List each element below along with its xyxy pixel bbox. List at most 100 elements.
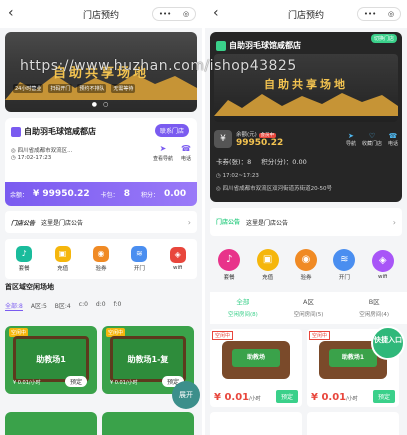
room-image: 助教场 [222, 341, 290, 379]
notice-badge: 门店公告 [216, 218, 241, 226]
room-card[interactable] [210, 412, 302, 435]
area-tab[interactable]: A区空闲房间(5) [276, 292, 342, 324]
recharge-label: 充值 [262, 275, 274, 281]
points-count[interactable]: 积分(分)：0.00 [261, 156, 307, 166]
book-button[interactable]: 预定 [64, 376, 87, 387]
back-icon[interactable]: ‹ [8, 5, 14, 21]
carousel-dots: ● ○ [91, 101, 111, 108]
wifi-button[interactable]: ◈ wifi [371, 250, 394, 280]
notice-text: 这里是门店公告 [246, 219, 289, 227]
room-price: ¥ 0.01/小时 [13, 380, 41, 386]
close-target-icon[interactable]: ◎ [183, 10, 189, 18]
banner-tag: 无需等待 [111, 84, 136, 93]
filter-tab[interactable]: A区:5 [31, 301, 47, 311]
navigate-label: 导航 [345, 140, 356, 147]
store-name: 自助羽毛球馆咸都店 [11, 126, 96, 137]
area-name: A区 [303, 298, 314, 306]
notice-bar[interactable]: 门店公告 这里是门店公告 › [5, 211, 197, 233]
room-card[interactable]: 空闲中 助教场1 ¥ 0.01/小时 预定 [5, 326, 97, 394]
quick-icons: ♪ 套餐 ▣ 充值 ◉ 验券 ≋ 开门 ◈ wifi [210, 242, 402, 288]
coupon-label: 验券 [95, 266, 107, 272]
wifi-label: wifi [378, 274, 388, 280]
banner-tag: 预约不排队 [77, 84, 107, 93]
coupon-button[interactable]: ◉ 验券 [92, 246, 109, 272]
room-status: 空闲中 [212, 331, 234, 340]
area-name: 全部 [236, 298, 250, 306]
wifi-icon: ◈ [169, 247, 186, 263]
open-door-button[interactable]: ≋ 开门 [333, 249, 356, 281]
filter-tab[interactable]: 全部:8 [5, 301, 23, 311]
phone-button[interactable]: ☎ 电话 [181, 144, 191, 162]
nav-bar: ‹ 门店预约 ••• ◎ [0, 0, 202, 28]
area-count: 空闲房间(4) [359, 312, 390, 318]
room-card[interactable] [102, 412, 194, 435]
balance-block[interactable]: 余额(元) 会员中 99950.22 [236, 130, 283, 148]
recharge-button[interactable]: ▣ 充值 [54, 246, 71, 272]
notice-badge: 门店公告 [11, 219, 36, 227]
coupon-button[interactable]: ◉ 验券 [294, 249, 317, 281]
page-title: 门店预约 [82, 10, 119, 21]
switch-store-button[interactable]: 切换门店 [370, 34, 397, 43]
card-count[interactable]: 卡券(张)：8 [216, 156, 251, 166]
notice-text: 这里是门店公告 [41, 219, 84, 227]
more-icon[interactable]: ••• [364, 10, 376, 18]
open-door-button[interactable]: ≋ 开门 [131, 246, 148, 272]
room-card[interactable] [5, 412, 97, 435]
recharge-button[interactable]: ▣ 充值 [256, 249, 279, 281]
wifi-label: wifi [173, 265, 183, 271]
chevron-right-icon: › [187, 217, 191, 227]
close-target-icon[interactable]: ◎ [388, 10, 394, 18]
package-button[interactable]: ♪ 套餐 [218, 249, 241, 281]
store-actions: ➤ 查看导航 ☎ 电话 [153, 144, 191, 162]
notice-bar[interactable]: 门店公告 这里是门店公告 › [210, 208, 402, 236]
address-text: 四川省成都市双流区双河街道苏街道20-50号 [222, 186, 333, 192]
balance-value[interactable]: ¥ 99950.22 [33, 189, 90, 199]
card-value[interactable]: 8 [124, 189, 130, 199]
wifi-button[interactable]: ◈ wifi [169, 247, 186, 271]
navigate-button[interactable]: ➤ 查看导航 [153, 144, 173, 162]
balance-bar: 余额： ¥ 99950.22 卡包： 8 积分： 0.00 [5, 182, 197, 206]
area-tab[interactable]: B区 空闲房间(4) [341, 292, 407, 324]
quick-entry-button[interactable]: 快捷入口 [371, 326, 405, 360]
expand-button[interactable]: 展开 [172, 381, 200, 409]
page-title: 门店预约 [287, 10, 324, 21]
coupon-label: 验券 [300, 275, 312, 281]
area-count: 空闲房间(5) [293, 312, 324, 318]
back-icon[interactable]: ‹ [213, 5, 219, 21]
navigate-button[interactable]: ➤ 导航 [346, 132, 356, 147]
phone-icon: ☎ [388, 131, 398, 140]
store-card: 自助羽毛球馆咸都店 联系门店 ◎ 四川省成都市双流区... ◷ 17:02-17… [5, 118, 197, 206]
filter-tab[interactable]: B区:4 [55, 301, 71, 311]
filter-tab[interactable]: d:0 [96, 301, 106, 311]
points-value[interactable]: 0.00 [164, 189, 186, 199]
more-icon[interactable]: ••• [159, 10, 171, 18]
coupon-icon: ◉ [92, 246, 109, 262]
filter-tab[interactable]: c:0 [79, 301, 88, 311]
book-button[interactable]: 预定 [372, 390, 395, 403]
section-title: 首区域空闲场地 [5, 283, 54, 291]
balance-label: 余额： [10, 191, 29, 199]
price-value: ¥ 0.01 [311, 392, 347, 403]
price-unit: /小时 [249, 396, 261, 402]
room-card[interactable]: 空闲中 助教场 ¥ 0.01/小时 预定 [210, 329, 302, 407]
package-button[interactable]: ♪ 套餐 [16, 246, 33, 272]
book-button[interactable]: 预定 [275, 390, 298, 403]
price-unit: /小时 [346, 396, 358, 402]
room-card[interactable] [307, 412, 399, 435]
banner-tag: 扫码开门 [48, 84, 73, 93]
favorite-button[interactable]: ♡ 收藏门店 [362, 132, 382, 147]
wifi-signal-icon: ≋ [131, 246, 148, 262]
heart-icon: ♡ [368, 131, 376, 140]
area-tab[interactable]: 全部 空闲房间(8) [210, 292, 276, 324]
contact-store-button[interactable]: 联系门店 [154, 124, 189, 137]
phone-button[interactable]: ☎ 电话 [388, 132, 398, 147]
capsule-menu[interactable]: ••• ◎ [357, 7, 401, 21]
phone-label: 电话 [387, 140, 398, 147]
recharge-label: 充值 [57, 266, 69, 272]
price-value: ¥ 0.01 [214, 392, 250, 403]
recharge-icon: ▣ [256, 249, 279, 271]
recharge-icon: ▣ [54, 246, 71, 262]
watermark: https://www.huzhan.com/ishop43825 [20, 58, 297, 74]
capsule-menu[interactable]: ••• ◎ [152, 7, 196, 21]
filter-tab[interactable]: f:0 [114, 301, 122, 311]
